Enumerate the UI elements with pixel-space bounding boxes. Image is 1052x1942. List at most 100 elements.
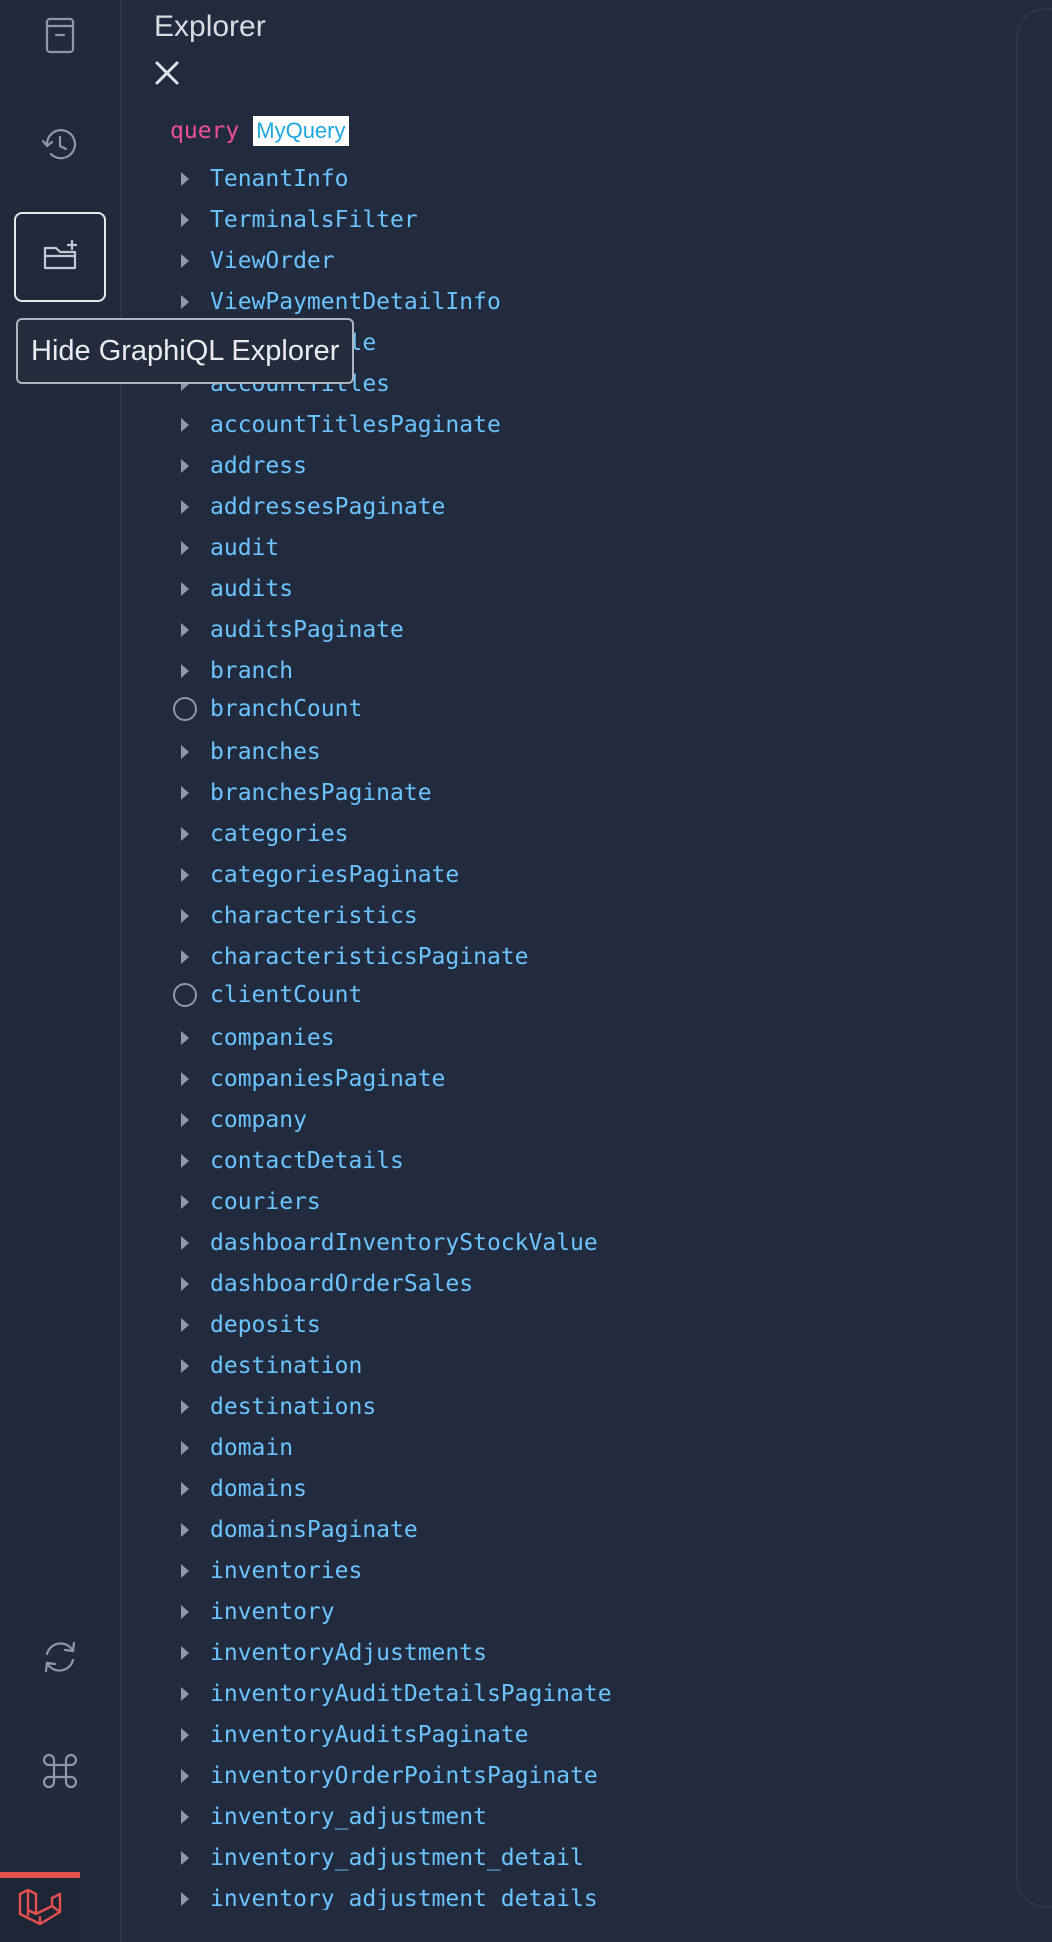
field-row-destination[interactable]: destination xyxy=(122,1345,1052,1386)
expand-arrow-icon[interactable] xyxy=(170,1105,200,1135)
field-row-inventory[interactable]: inventory xyxy=(122,1591,1052,1632)
expand-arrow-icon[interactable] xyxy=(170,1310,200,1340)
expand-arrow-icon[interactable] xyxy=(170,205,200,235)
expand-arrow-icon[interactable] xyxy=(170,533,200,563)
expand-arrow-icon[interactable] xyxy=(170,1351,200,1381)
field-row-auditsPaginate[interactable]: auditsPaginate xyxy=(122,609,1052,650)
field-row-branchCount[interactable]: branchCount xyxy=(122,689,1052,728)
expand-arrow-icon[interactable] xyxy=(170,615,200,645)
field-row-domains[interactable]: domains xyxy=(122,1468,1052,1509)
field-row-destinations[interactable]: destinations xyxy=(122,1386,1052,1427)
expand-arrow-icon[interactable] xyxy=(170,492,200,522)
expand-arrow-icon[interactable] xyxy=(170,246,200,276)
expand-arrow-icon[interactable] xyxy=(170,1638,200,1668)
field-checkbox-icon[interactable] xyxy=(170,980,200,1010)
expand-arrow-icon[interactable] xyxy=(170,1146,200,1176)
history-button[interactable] xyxy=(14,100,106,190)
expand-arrow-icon[interactable] xyxy=(170,778,200,808)
expand-arrow-icon[interactable] xyxy=(170,1433,200,1463)
field-row-branchesPaginate[interactable]: branchesPaginate xyxy=(122,772,1052,813)
field-row-TenantInfo[interactable]: TenantInfo xyxy=(122,158,1052,199)
field-row-branches[interactable]: branches xyxy=(122,731,1052,772)
expand-arrow-icon[interactable] xyxy=(170,1761,200,1791)
expand-arrow-icon[interactable] xyxy=(170,1556,200,1586)
field-row-inventoryAdjustments[interactable]: inventoryAdjustments xyxy=(122,1632,1052,1673)
sidebar-rail: Hide GraphiQL Explorer xyxy=(0,0,355,1942)
expand-arrow-icon[interactable] xyxy=(170,1597,200,1627)
expand-arrow-icon[interactable] xyxy=(170,737,200,767)
close-explorer-button[interactable] xyxy=(152,58,182,88)
field-row-accountTitlesPaginate[interactable]: accountTitlesPaginate xyxy=(122,404,1052,445)
field-row-address[interactable]: address xyxy=(122,445,1052,486)
field-row-TerminalsFilter[interactable]: TerminalsFilter xyxy=(122,199,1052,240)
expand-arrow-icon[interactable] xyxy=(170,1515,200,1545)
expand-arrow-icon[interactable] xyxy=(170,1269,200,1299)
expand-arrow-icon[interactable] xyxy=(170,901,200,931)
field-row-companies[interactable]: companies xyxy=(122,1017,1052,1058)
field-name: domainsPaginate xyxy=(210,1516,418,1543)
expand-arrow-icon[interactable] xyxy=(170,1023,200,1053)
explorer-toggle-button[interactable] xyxy=(14,212,106,302)
expand-arrow-icon[interactable] xyxy=(170,164,200,194)
field-row-audits[interactable]: audits xyxy=(122,568,1052,609)
field-row-inventoryAuditsPaginate[interactable]: inventoryAuditsPaginate xyxy=(122,1714,1052,1755)
operation-name-input[interactable]: MyQuery xyxy=(253,116,350,146)
field-row-dashboardInventoryStockValue[interactable]: dashboardInventoryStockValue xyxy=(122,1222,1052,1263)
close-icon xyxy=(155,61,179,85)
expand-arrow-icon[interactable] xyxy=(170,1884,200,1911)
field-row-deposits[interactable]: deposits xyxy=(122,1304,1052,1345)
field-row-categoriesPaginate[interactable]: categoriesPaginate xyxy=(122,854,1052,895)
field-row-companiesPaginate[interactable]: companiesPaginate xyxy=(122,1058,1052,1099)
field-row-inventoryAuditDetailsPaginate[interactable]: inventoryAuditDetailsPaginate xyxy=(122,1673,1052,1714)
refetch-schema-button[interactable] xyxy=(14,1612,106,1702)
field-row-contactDetails[interactable]: contactDetails xyxy=(122,1140,1052,1181)
field-checkbox-icon[interactable] xyxy=(170,694,200,724)
field-row-inventory_adjustment_details[interactable]: inventory_adjustment_details xyxy=(122,1878,1052,1910)
field-row-domainsPaginate[interactable]: domainsPaginate xyxy=(122,1509,1052,1550)
field-row-clientCount[interactable]: clientCount xyxy=(122,975,1052,1014)
expand-arrow-icon[interactable] xyxy=(170,1228,200,1258)
expand-arrow-icon[interactable] xyxy=(170,1843,200,1873)
field-row-inventoryOrderPointsPaginate[interactable]: inventoryOrderPointsPaginate xyxy=(122,1755,1052,1796)
field-row-audit[interactable]: audit xyxy=(122,527,1052,568)
field-row-couriers[interactable]: couriers xyxy=(122,1181,1052,1222)
field-name: inventoryAuditsPaginate xyxy=(210,1721,529,1748)
expand-arrow-icon[interactable] xyxy=(170,1720,200,1750)
field-row-inventory_adjustment_detail[interactable]: inventory_adjustment_detail xyxy=(122,1837,1052,1878)
expand-arrow-icon[interactable] xyxy=(170,451,200,481)
caret-right-icon xyxy=(181,581,189,596)
field-row-characteristicsPaginate[interactable]: characteristicsPaginate xyxy=(122,936,1052,977)
expand-arrow-icon[interactable] xyxy=(170,942,200,972)
caret-right-icon xyxy=(181,458,189,473)
laravel-logo-button[interactable] xyxy=(0,1872,80,1942)
field-name: clientCount xyxy=(210,981,363,1008)
expand-arrow-icon[interactable] xyxy=(170,1802,200,1832)
field-row-ViewPaymentDetailInfo[interactable]: ViewPaymentDetailInfo xyxy=(122,281,1052,322)
field-name: addressesPaginate xyxy=(210,493,446,520)
expand-arrow-icon[interactable] xyxy=(170,287,200,317)
expand-arrow-icon[interactable] xyxy=(170,1679,200,1709)
field-row-categories[interactable]: categories xyxy=(122,813,1052,854)
field-row-addressesPaginate[interactable]: addressesPaginate xyxy=(122,486,1052,527)
field-row-dashboardOrderSales[interactable]: dashboardOrderSales xyxy=(122,1263,1052,1304)
expand-arrow-icon[interactable] xyxy=(170,1064,200,1094)
expand-arrow-icon[interactable] xyxy=(170,860,200,890)
field-row-branch[interactable]: branch xyxy=(122,650,1052,691)
expand-arrow-icon[interactable] xyxy=(170,656,200,686)
expand-arrow-icon[interactable] xyxy=(170,1187,200,1217)
field-row-characteristics[interactable]: characteristics xyxy=(122,895,1052,936)
shortcuts-button[interactable] xyxy=(14,1726,106,1816)
field-row-inventories[interactable]: inventories xyxy=(122,1550,1052,1591)
expand-arrow-icon[interactable] xyxy=(170,1474,200,1504)
field-row-ViewOrder[interactable]: ViewOrder xyxy=(122,240,1052,281)
docs-button[interactable] xyxy=(14,0,106,80)
expand-arrow-icon[interactable] xyxy=(170,819,200,849)
folder-plus-icon xyxy=(43,239,78,270)
field-row-domain[interactable]: domain xyxy=(122,1427,1052,1468)
field-row-inventory_adjustment[interactable]: inventory_adjustment xyxy=(122,1796,1052,1837)
expand-arrow-icon[interactable] xyxy=(170,1392,200,1422)
expand-arrow-icon[interactable] xyxy=(170,410,200,440)
caret-right-icon xyxy=(181,212,189,227)
field-row-company[interactable]: company xyxy=(122,1099,1052,1140)
expand-arrow-icon[interactable] xyxy=(170,574,200,604)
